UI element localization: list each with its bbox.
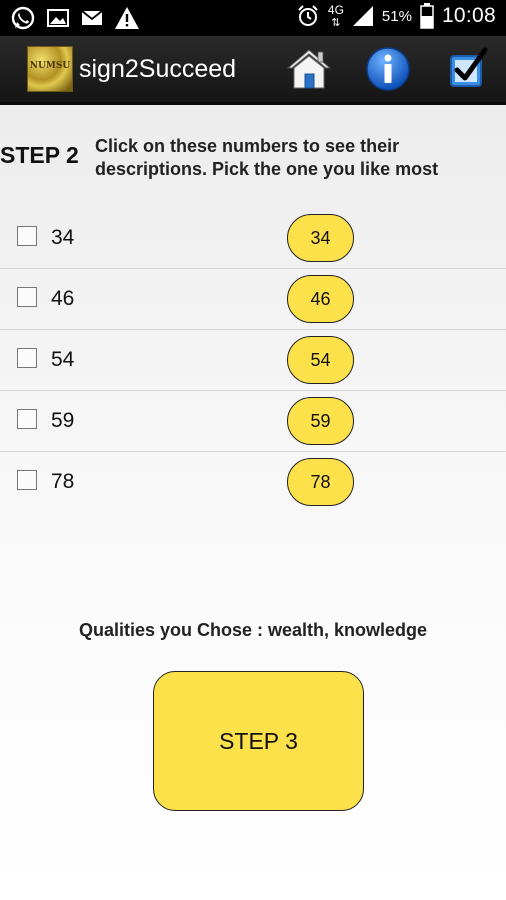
- number-checkbox[interactable]: [17, 348, 37, 368]
- number-button[interactable]: 54: [287, 336, 354, 384]
- action-bar: NUMSU sign2Succeed: [0, 36, 506, 105]
- list-item: 46 46: [0, 269, 506, 330]
- step-heading: STEP 2: [0, 142, 79, 168]
- battery-icon: [420, 3, 434, 29]
- status-bar: 4G ⇅ 51% 10:08: [0, 0, 506, 36]
- network-4g-icon: 4G ⇅: [327, 2, 344, 29]
- checklist-icon: [450, 47, 488, 87]
- number-checkbox[interactable]: [17, 287, 37, 307]
- number-label: 78: [51, 470, 75, 493]
- list-item: 34 34: [0, 208, 506, 269]
- number-label: 34: [51, 226, 75, 249]
- number-checkbox[interactable]: [17, 470, 37, 490]
- qualities-summary: Qualities you Chose : wealth, knowledge: [0, 620, 506, 641]
- battery-percent: 51%: [381, 7, 412, 25]
- number-list: 34 34 46 46 54 54 59 59 78 78: [0, 208, 506, 513]
- list-item: 54 54: [0, 330, 506, 391]
- app-logo: NUMSU: [27, 46, 73, 92]
- notification-icons: [10, 5, 140, 31]
- step3-button[interactable]: STEP 3: [153, 671, 364, 811]
- number-button[interactable]: 34: [287, 214, 354, 262]
- number-label: 46: [51, 287, 75, 310]
- home-icon: [286, 49, 332, 89]
- step-instructions: Click on these numbers to see their desc…: [95, 136, 439, 179]
- signal-icon: [352, 5, 374, 27]
- app-logo-text: NUMSU: [29, 61, 71, 71]
- qualities-value: wealth, knowledge: [268, 620, 428, 640]
- alarm-icon: [296, 4, 320, 28]
- number-checkbox[interactable]: [17, 226, 37, 246]
- checklist-button[interactable]: [443, 44, 493, 94]
- network-label: 4G: [327, 2, 344, 17]
- info-button[interactable]: [363, 44, 413, 94]
- mail-icon: [80, 6, 104, 30]
- number-checkbox[interactable]: [17, 409, 37, 429]
- number-label: 54: [51, 348, 75, 371]
- list-item: 78 78: [0, 452, 506, 513]
- info-icon: [366, 47, 410, 91]
- home-button[interactable]: [284, 44, 334, 94]
- warning-icon: [114, 6, 140, 30]
- image-icon: [46, 6, 70, 30]
- number-button[interactable]: 78: [287, 458, 354, 506]
- number-button[interactable]: 59: [287, 397, 354, 445]
- number-label: 59: [51, 409, 75, 432]
- number-button[interactable]: 46: [287, 275, 354, 323]
- whatsapp-icon: [10, 5, 36, 31]
- system-status: 4G ⇅ 51% 10:08: [296, 3, 496, 29]
- qualities-label: Qualities you Chose :: [78, 620, 268, 640]
- clock: 10:08: [441, 4, 496, 27]
- list-item: 59 59: [0, 391, 506, 452]
- app-title: sign2Succeed: [79, 55, 237, 83]
